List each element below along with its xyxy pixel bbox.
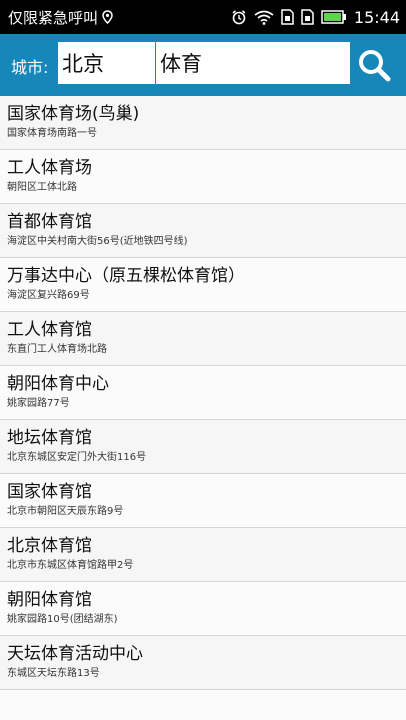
result-address: 东直门工人体育场北路 xyxy=(7,344,107,355)
result-title: 北京体育馆 xyxy=(7,536,92,556)
result-item[interactable]: 首都体育馆 海淀区中关村南大街56号(近地铁四号线) xyxy=(0,204,406,258)
result-item[interactable]: 地坛体育馆 北京东城区安定门外大街116号 xyxy=(0,420,406,474)
result-item[interactable]: 工人体育场 朝阳区工体北路 xyxy=(0,150,406,204)
result-address: 北京市东城区体育馆路甲2号 xyxy=(7,560,134,571)
result-item[interactable]: 工人体育馆 东直门工人体育场北路 xyxy=(0,312,406,366)
result-address: 姚家园路10号(团结湖东) xyxy=(7,614,118,625)
result-address: 北京市朝阳区天辰东路9号 xyxy=(7,506,124,517)
result-title: 地坛体育馆 xyxy=(7,428,92,448)
result-item[interactable]: 朝阳体育馆 姚家园路10号(团结湖东) xyxy=(0,582,406,636)
result-title: 首都体育馆 xyxy=(7,212,92,232)
alarm-icon xyxy=(231,9,247,25)
result-item[interactable]: 国家体育馆 北京市朝阳区天辰东路9号 xyxy=(0,474,406,528)
result-item[interactable]: 北京体育馆 北京市东城区体育馆路甲2号 xyxy=(0,528,406,582)
result-title: 国家体育场(鸟巢) xyxy=(7,104,140,124)
search-bar: 城市: xyxy=(0,34,406,96)
search-icon xyxy=(359,50,391,82)
city-label: 城市: xyxy=(11,58,49,77)
results-list[interactable]: 国家体育场(鸟巢) 国家体育场南路一号 工人体育场 朝阳区工体北路 首都体育馆 … xyxy=(0,96,406,720)
search-button[interactable] xyxy=(351,42,397,88)
result-title: 天坛体育活动中心 xyxy=(7,644,143,664)
battery-icon xyxy=(321,10,347,24)
result-item[interactable]: 天坛体育活动中心 东城区天坛东路13号 xyxy=(0,636,406,690)
result-title: 工人体育场 xyxy=(7,158,92,178)
status-bar: 仅限紧急呼叫 15:44 xyxy=(0,0,406,34)
status-left: 仅限紧急呼叫 xyxy=(8,7,113,28)
status-right: 15:44 xyxy=(231,8,400,27)
result-address: 姚家园路77号 xyxy=(7,398,70,409)
result-item[interactable]: 朝阳体育中心 姚家园路77号 xyxy=(0,366,406,420)
city-input[interactable] xyxy=(58,42,155,84)
result-item[interactable]: 国家体育场(鸟巢) 国家体育场南路一号 xyxy=(0,96,406,150)
result-address: 东城区天坛东路13号 xyxy=(7,668,100,679)
keyword-input[interactable] xyxy=(156,42,350,84)
sim-card-icon xyxy=(301,9,314,25)
status-time: 15:44 xyxy=(353,7,400,27)
result-item[interactable] xyxy=(0,690,406,720)
result-address: 国家体育场南路一号 xyxy=(7,128,97,139)
result-address: 北京东城区安定门外大街116号 xyxy=(7,452,147,463)
result-title: 工人体育馆 xyxy=(7,320,92,340)
result-address: 朝阳区工体北路 xyxy=(7,182,77,193)
location-icon xyxy=(102,10,113,24)
result-title: 朝阳体育馆 xyxy=(7,590,92,610)
sim-card-icon xyxy=(281,9,294,25)
result-item[interactable]: 万事达中心（原五棵松体育馆） 海淀区复兴路69号 xyxy=(0,258,406,312)
result-title: 万事达中心（原五棵松体育馆） xyxy=(7,266,245,286)
carrier-text: 仅限紧急呼叫 xyxy=(8,8,99,27)
result-address: 海淀区复兴路69号 xyxy=(7,290,90,301)
result-title: 国家体育馆 xyxy=(7,482,92,502)
wifi-icon xyxy=(254,10,274,25)
result-address: 海淀区中关村南大街56号(近地铁四号线) xyxy=(7,236,188,247)
result-title: 朝阳体育中心 xyxy=(7,374,109,394)
